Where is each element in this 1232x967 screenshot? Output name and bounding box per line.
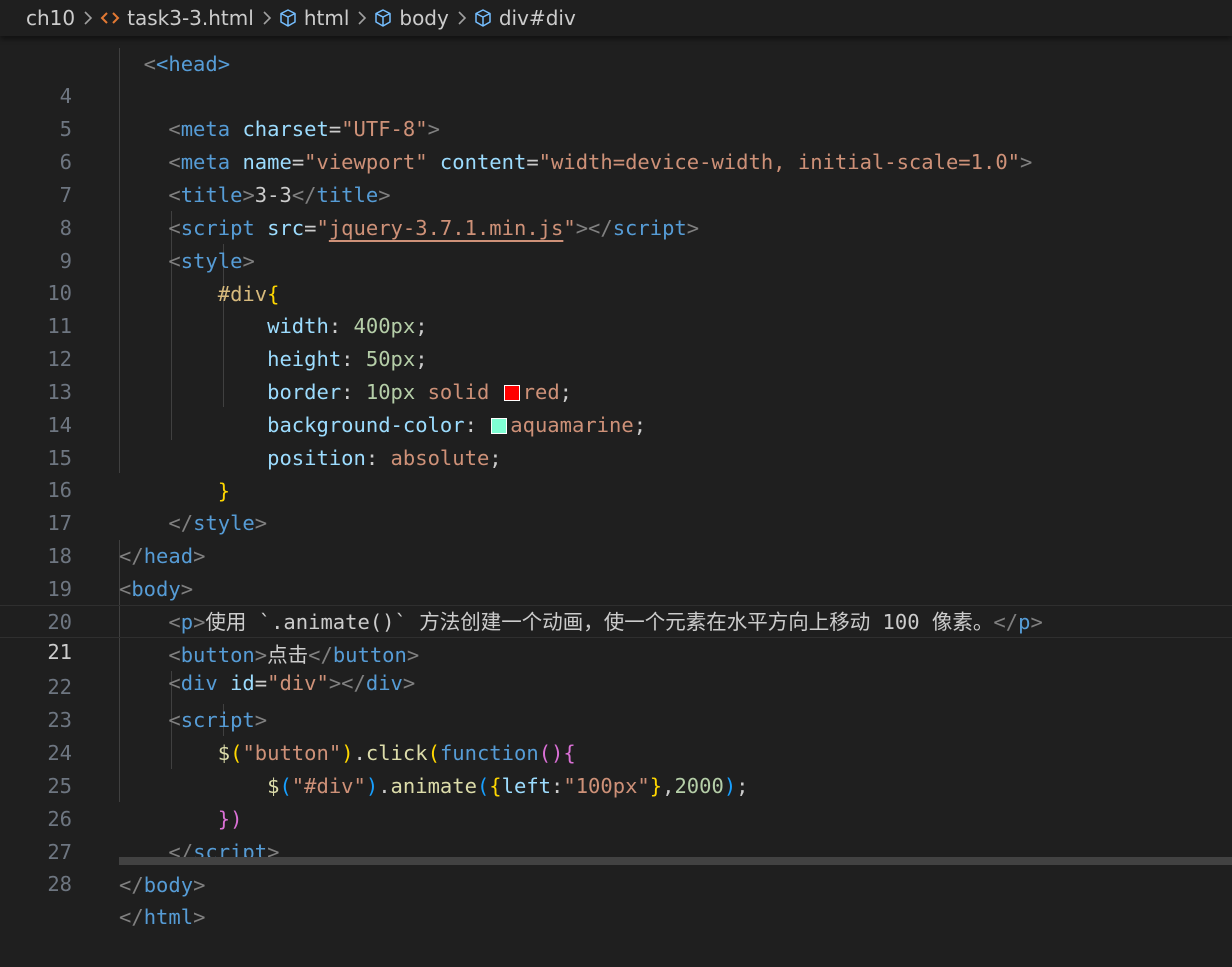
- horizontal-scrollbar[interactable]: [119, 857, 1232, 865]
- code-line-15[interactable]: 15 }: [0, 409, 1232, 503]
- breadcrumb-div-label: div#div: [498, 6, 576, 30]
- breadcrumb-html[interactable]: html: [278, 6, 350, 30]
- code-line-7[interactable]: 7 <script src="jquery-3.7.1.min.js"></sc…: [0, 146, 1232, 240]
- code-line-18[interactable]: 18 <body>: [0, 507, 1232, 601]
- cube-icon: [278, 8, 298, 28]
- cube-icon: [373, 8, 393, 28]
- tag-name: body: [143, 873, 194, 897]
- chevron-right-icon: [83, 10, 93, 26]
- code-line-11[interactable]: 11 height: 50px;: [0, 277, 1232, 371]
- cube-icon: [473, 8, 493, 28]
- breadcrumb: ch10 task3-3.html html body div#div: [0, 0, 1232, 36]
- code-line-20[interactable]: 20 <button>点击</button>: [0, 573, 1232, 667]
- code-line-16[interactable]: 16 </style>: [0, 441, 1232, 535]
- html-file-icon: [99, 10, 121, 26]
- code-line-17[interactable]: 17 </head>: [0, 474, 1232, 568]
- code-line-21[interactable]: 21 <div id="div"></div>: [0, 605, 1232, 695]
- code-line-27[interactable]: 27 </body>: [0, 803, 1232, 897]
- code-line-9[interactable]: 9 #div{: [0, 212, 1232, 306]
- code-line-25[interactable]: 25 }): [0, 737, 1232, 831]
- breadcrumb-body[interactable]: body: [373, 6, 449, 30]
- code-line-24[interactable]: 24 $("#div").animate({left:"100px"},2000…: [0, 704, 1232, 798]
- chevron-right-icon: [262, 10, 272, 26]
- code-editor[interactable]: <<head> 4 <meta charset="UTF-8"> 5 <meta…: [0, 0, 1232, 929]
- code-line-23[interactable]: 23 $("button").click(function(){: [0, 671, 1232, 765]
- code-line-19[interactable]: 19 <p>使用 `.animate()` 方法创建一个动画，使一个元素在水平方…: [0, 540, 1232, 634]
- breadcrumb-body-label: body: [399, 6, 449, 30]
- code-line-5[interactable]: 5 <meta name="viewport" content="width=d…: [0, 80, 1232, 174]
- breadcrumb-folder[interactable]: ch10: [26, 6, 75, 30]
- breadcrumb-div[interactable]: div#div: [473, 6, 576, 30]
- breadcrumb-file[interactable]: task3-3.html: [99, 6, 254, 30]
- chevron-right-icon: [357, 10, 367, 26]
- code-line-14[interactable]: 14 position: absolute;: [0, 376, 1232, 470]
- code-line-13[interactable]: 13 background-color: aquamarine;: [0, 343, 1232, 437]
- code-line-6[interactable]: 6 <title>3-3</title>: [0, 113, 1232, 207]
- breadcrumb-file-label: task3-3.html: [127, 6, 254, 30]
- code-line-26[interactable]: 26 </script>: [0, 770, 1232, 864]
- code-line-4[interactable]: 4 <meta charset="UTF-8">: [0, 47, 1232, 141]
- line-number: 28: [47, 872, 72, 896]
- chevron-right-icon: [457, 10, 467, 26]
- breadcrumb-html-label: html: [303, 6, 350, 30]
- code-line-12[interactable]: 12 border: 10px solid red;: [0, 310, 1232, 404]
- code-line-10[interactable]: 10 width: 400px;: [0, 244, 1232, 338]
- code-line-8[interactable]: 8 <style>: [0, 179, 1232, 273]
- code-line-22[interactable]: 22 <script>: [0, 638, 1232, 732]
- tag-name: html: [143, 905, 194, 929]
